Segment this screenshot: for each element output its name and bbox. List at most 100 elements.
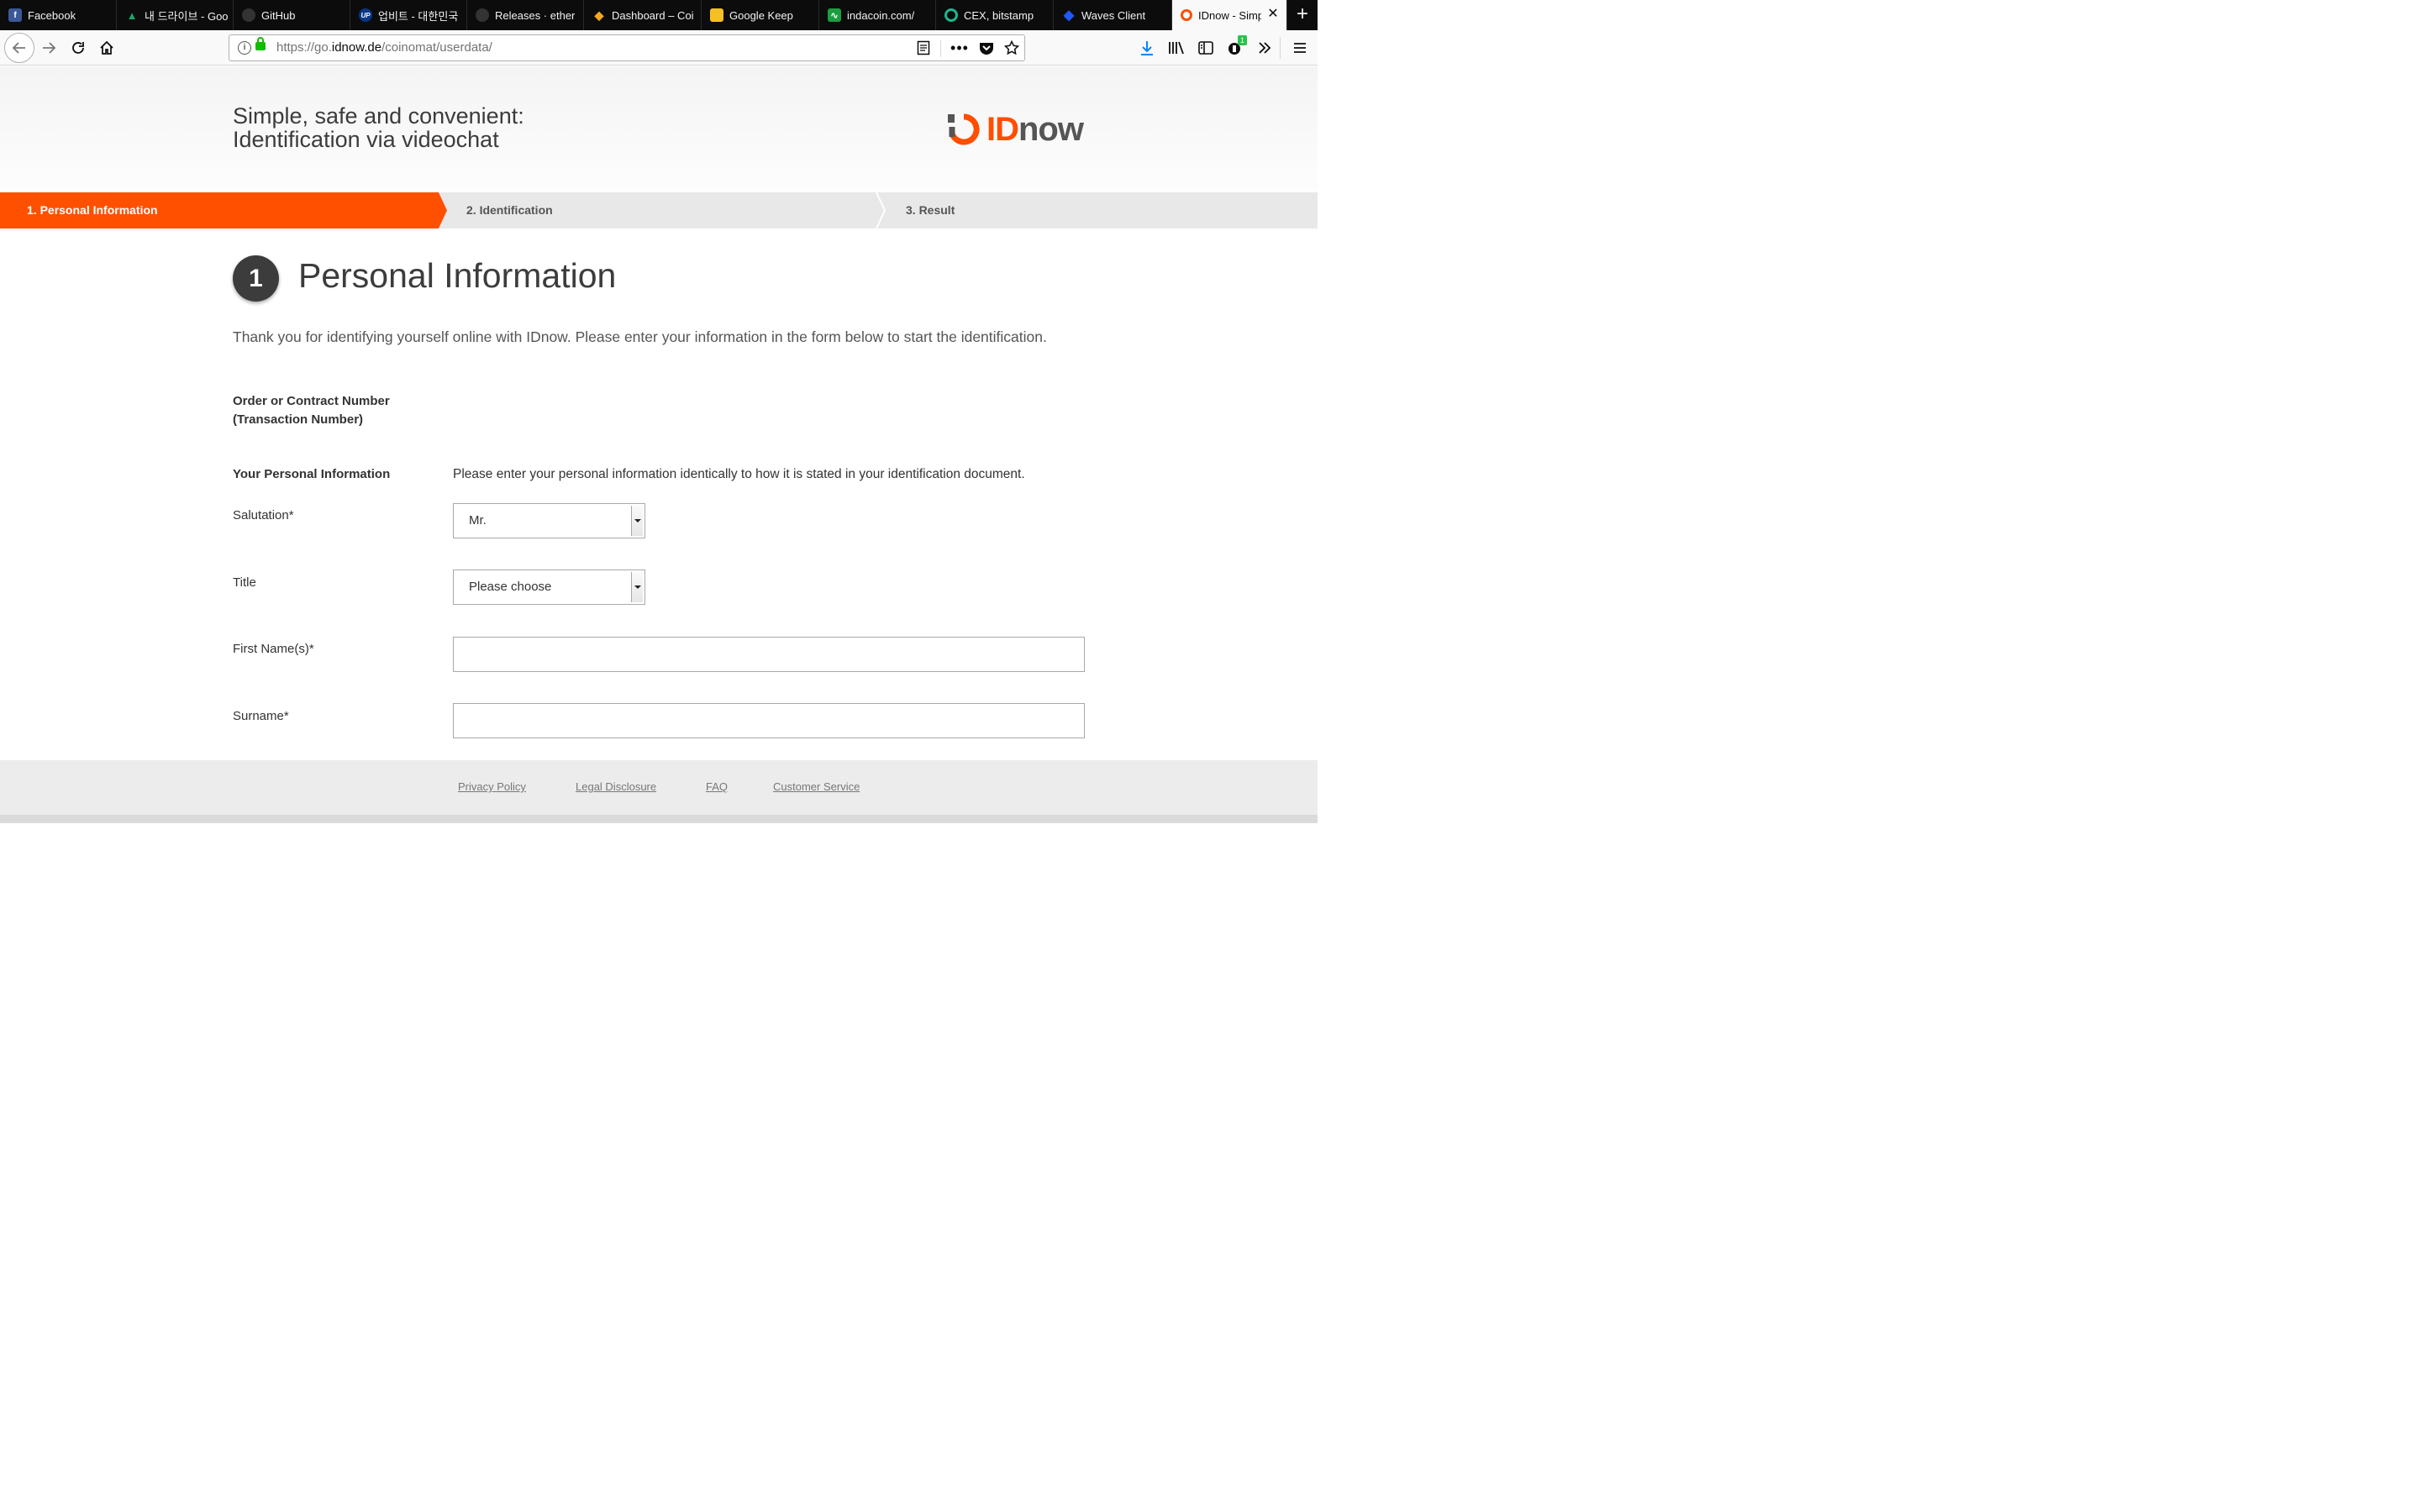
tab-label: CEX, bitstamp <box>964 8 1034 22</box>
page-title: Personal Information <box>298 256 617 295</box>
url-path: /coinomat/userdata/ <box>381 40 492 55</box>
browser-toolbar: i https://go.idnow.de/coinomat/userdata/… <box>0 30 1318 66</box>
facebook-icon: f <box>8 8 22 22</box>
downloads-button[interactable] <box>1134 34 1160 61</box>
tagline-line1: Simple, safe and convenient: <box>233 103 524 129</box>
tab-cex[interactable]: CEX, bitstamp <box>936 0 1054 30</box>
tab-label: Facebook <box>28 8 76 22</box>
arrow-right-icon <box>43 42 56 54</box>
tab-label: IDnow - Simp <box>1198 8 1261 22</box>
tab-waves-client[interactable]: ◆ Waves Client <box>1054 0 1172 30</box>
salutation-label: Salutation* <box>233 508 294 522</box>
coinbase-icon: ◆ <box>594 8 604 22</box>
reload-icon <box>72 42 84 54</box>
step-result: 3. Result <box>906 203 955 217</box>
page-header: Simple, safe and convenient: Identificat… <box>0 66 1318 192</box>
url-separator <box>940 40 941 57</box>
waves-icon: ◆ <box>1063 8 1075 23</box>
home-button[interactable] <box>93 34 120 61</box>
extension-badge: 1 <box>1237 35 1247 45</box>
page-actions-icon[interactable]: ••• <box>950 39 969 57</box>
reader-view-icon[interactable] <box>914 39 933 57</box>
new-tab-button[interactable]: + <box>1287 0 1318 30</box>
google-keep-icon <box>710 8 723 22</box>
tab-github-releases[interactable]: Releases · ether <box>467 0 584 30</box>
tab-label: GitHub <box>261 8 296 22</box>
step-number-badge: 1 <box>233 255 279 302</box>
tab-label: Releases · ether <box>495 8 576 22</box>
extension-button[interactable]: 1 <box>1222 34 1249 61</box>
tab-upbit[interactable]: UP 업비트 - 대한민국 <box>350 0 467 30</box>
reload-button[interactable] <box>65 34 92 61</box>
github-icon <box>476 8 489 22</box>
back-button[interactable] <box>4 33 34 63</box>
home-icon <box>100 40 113 55</box>
browser-tab-strip: f Facebook ▲ 내 드라이브 - Goo GitHub UP 업비트 … <box>0 0 1318 30</box>
first-name-label: First Name(s)* <box>233 642 314 656</box>
tab-coinbase-dashboard[interactable]: ◆ Dashboard – Coi <box>584 0 702 30</box>
tab-idnow[interactable]: IDnow - Simp ✕ <box>1172 0 1287 30</box>
hamburger-menu-icon <box>1294 43 1306 53</box>
indacoin-icon: ∿ <box>828 8 841 22</box>
title-selected-value: Please choose <box>469 580 552 594</box>
page-footer: Privacy Policy Legal Disclosure FAQ Cust… <box>0 760 1318 815</box>
salutation-selected-value: Mr. <box>469 513 487 528</box>
logo-wordmark: IDnow <box>986 111 1084 148</box>
url-bar[interactable]: i https://go.idnow.de/coinomat/userdata/… <box>229 34 1025 61</box>
tab-google-drive[interactable]: ▲ 내 드라이브 - Goo <box>117 0 234 30</box>
chevron-down-icon <box>631 506 643 536</box>
tab-google-keep[interactable]: Google Keep <box>702 0 819 30</box>
tagline-line2: Identification via videochat <box>233 127 499 152</box>
menu-button[interactable] <box>1286 34 1313 61</box>
url-domain: idnow.de <box>331 40 382 55</box>
tab-github[interactable]: GitHub <box>234 0 350 30</box>
close-tab-icon[interactable]: ✕ <box>1266 8 1280 21</box>
personal-info-label: Your Personal Information <box>233 467 391 481</box>
progress-steps: 1. Personal Information 2. Identificatio… <box>0 192 1318 228</box>
privacy-policy-link[interactable]: Privacy Policy <box>458 780 526 793</box>
info-icon[interactable]: i <box>238 41 251 55</box>
upbit-icon: UP <box>359 8 372 22</box>
url-text[interactable]: https://go.idnow.de/coinomat/userdata/ <box>276 40 492 55</box>
forward-button[interactable] <box>35 34 62 61</box>
overflow-button[interactable] <box>1251 34 1278 61</box>
chevron-double-right-icon <box>1259 42 1271 54</box>
sidebar-button[interactable] <box>1192 34 1219 61</box>
idnow-logo: IDnow <box>946 111 1084 148</box>
surname-label: Surname* <box>233 709 289 723</box>
tab-facebook[interactable]: f Facebook <box>0 0 117 30</box>
step-identification: 2. Identification <box>466 203 553 217</box>
step-personal-information: 1. Personal Information <box>0 192 447 228</box>
tab-label: 업비트 - 대한민국 <box>378 9 459 23</box>
tab-label: Waves Client <box>1081 8 1146 22</box>
first-name-input[interactable] <box>453 637 1085 672</box>
chevron-down-icon <box>631 572 643 602</box>
legal-disclosure-link[interactable]: Legal Disclosure <box>576 780 656 793</box>
library-button[interactable] <box>1163 34 1190 61</box>
cex-icon <box>944 8 958 22</box>
url-prefix: https://go. <box>276 40 332 55</box>
customer-service-link[interactable]: Customer Service <box>773 780 860 793</box>
title-label: Title <box>233 575 256 590</box>
logo-now: now <box>1018 111 1084 148</box>
sidebar-icon <box>1198 41 1213 55</box>
personal-info-hint: Please enter your personal information i… <box>453 467 1025 481</box>
order-number-label-line1: Order or Contract Number <box>233 394 390 408</box>
google-drive-icon: ▲ <box>126 8 138 22</box>
toolbar-separator <box>1280 37 1281 59</box>
order-number-label: Order or Contract Number (Transaction Nu… <box>233 392 390 429</box>
tab-indacoin[interactable]: ∿ indacoin.com/ <box>819 0 936 30</box>
title-select[interactable]: Please choose <box>453 570 645 605</box>
github-icon <box>242 8 255 22</box>
logo-id: ID <box>986 111 1019 148</box>
pocket-icon[interactable] <box>977 39 996 57</box>
arrow-left-icon <box>12 42 25 54</box>
library-icon <box>1169 41 1184 55</box>
surname-input[interactable] <box>453 703 1085 738</box>
idnow-icon <box>1181 9 1192 21</box>
faq-link[interactable]: FAQ <box>706 780 728 793</box>
download-icon <box>1141 41 1153 55</box>
bookmark-star-icon[interactable] <box>1002 39 1021 57</box>
intro-text: Thank you for identifying yourself onlin… <box>233 328 1047 345</box>
salutation-select[interactable]: Mr. <box>453 503 645 538</box>
